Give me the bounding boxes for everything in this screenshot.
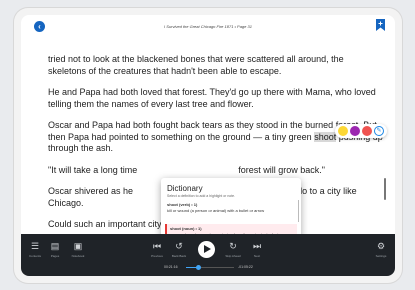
next-button[interactable]: ⏭ Next [247, 241, 267, 258]
contents-label: Contents [28, 254, 41, 258]
paragraph-text: "It will take a long time [48, 164, 138, 175]
paragraph-text: forest will grow back." [238, 164, 325, 175]
settings-label: Settings [375, 254, 387, 258]
purple-highlight-swatch[interactable] [350, 126, 360, 136]
forward-label: Skip Ahead [225, 254, 241, 258]
contents-button[interactable]: ☰ Contents [25, 241, 45, 258]
definition-head: shoot (verb) • 1) [167, 202, 198, 207]
paragraph: Oscar and Papa had both fought back tear… [48, 120, 383, 155]
paragraph: tried not to look at the blackened bones… [48, 54, 344, 76]
definition-item[interactable]: shoot (verb) • 1) kill or wound (a perso… [167, 202, 295, 213]
paragraph: He and Papa had both loved that forest. … [48, 87, 376, 109]
elapsed-time: 00:21:16 [164, 265, 178, 269]
notebook-label: Notebook [71, 254, 85, 258]
selected-word[interactable]: shoot [314, 131, 337, 142]
bookmark-add-icon[interactable] [376, 19, 385, 31]
notebook-button[interactable]: ▣ Notebook [68, 241, 88, 258]
yellow-highlight-swatch[interactable] [338, 126, 348, 136]
skip-next-icon: ⏭ [252, 241, 262, 251]
progress-knob[interactable] [195, 265, 201, 270]
scrollbar[interactable] [384, 178, 386, 200]
pages-label: Pages [50, 254, 60, 258]
gear-icon: ⚙ [376, 241, 386, 251]
next-label: Next [253, 254, 261, 258]
book-title: I Survived the Great Chicago Fire 1871 •… [164, 24, 252, 29]
replay-icon: ↺ [175, 241, 183, 251]
tablet-frame: ‹ I Survived the Great Chicago Fire 1871… [14, 8, 402, 283]
skip-previous-icon: ⏮ [152, 241, 162, 251]
audio-progress-slider[interactable] [186, 265, 234, 270]
bottom-toolbar: ☰ Contents ▤ Pages ▣ Notebook ⏮ Previous… [21, 234, 395, 276]
rewind-button[interactable]: ↺ Back Back [169, 241, 189, 258]
forward-icon: ↻ [229, 241, 237, 251]
pages-button[interactable]: ▤ Pages [45, 241, 65, 258]
settings-button[interactable]: ⚙ Settings [371, 241, 391, 258]
previous-label: Previous [151, 254, 163, 258]
page-icon: ▤ [50, 241, 60, 251]
previous-button[interactable]: ⏮ Previous [147, 241, 167, 258]
notebook-icon: ▣ [73, 241, 83, 251]
list-icon: ☰ [30, 241, 40, 251]
reader-header: ‹ I Survived the Great Chicago Fire 1871… [21, 15, 395, 35]
paragraph-text: Oscar shivered as he [48, 186, 134, 196]
paragraph: "It will take a long time forest will gr… [48, 165, 383, 177]
definition-text: kill or wound (a person or animal) with … [167, 207, 265, 213]
highlight-palette: ✎ [335, 124, 387, 138]
dictionary-subtitle: Select a definition to add a highlight o… [167, 194, 236, 198]
play-button[interactable] [198, 241, 215, 258]
forward-button[interactable]: ↻ Skip Ahead [223, 241, 243, 258]
rewind-label: Back Back [171, 254, 187, 258]
dictionary-title: Dictionary [167, 184, 203, 193]
red-highlight-swatch[interactable] [362, 126, 372, 136]
definition-head: shoot (noun) • 1) [170, 226, 202, 231]
reader-screen: ‹ I Survived the Great Chicago Fire 1871… [21, 15, 395, 276]
remaining-time: -01:05:22 [238, 265, 253, 269]
dictionary-scrollbar[interactable] [298, 200, 299, 222]
comment-icon[interactable]: ✎ [374, 126, 384, 136]
